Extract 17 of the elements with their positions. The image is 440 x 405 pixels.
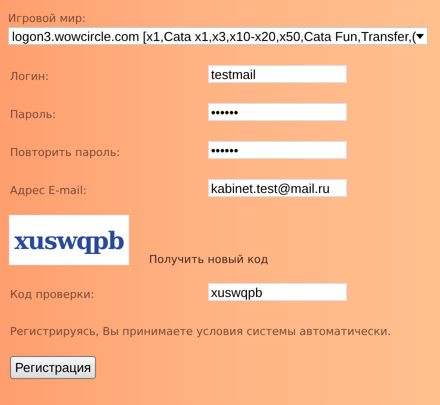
input-field[interactable]: kabinet.test@mail.ru <box>208 179 347 197</box>
input-field[interactable]: xuswqpb <box>208 283 347 301</box>
input-field[interactable]: •••••• <box>208 103 347 121</box>
field-label: Код проверки: <box>10 288 94 300</box>
world-select[interactable]: logon3.wowcircle.com [x1,Cata x1,x3,x10-x20,x50,Cata Fun,Transfer,( <box>8 27 428 45</box>
field-label: Повторить пароль: <box>10 146 120 158</box>
captcha-image: xuswqpb <box>9 215 129 265</box>
field-label: Логин: <box>10 70 49 82</box>
register-button[interactable]: Регистрация <box>10 356 96 379</box>
input-field[interactable]: testmail <box>208 65 347 83</box>
input-field[interactable]: •••••• <box>208 141 347 159</box>
field-label: Адрес E-mail: <box>10 184 87 196</box>
field-label: Пароль: <box>10 108 56 120</box>
field-label: Игровой мир: <box>8 12 87 25</box>
terms-notice: Регистрируясь, Вы принимаете условия системы автоматически. <box>9 325 392 338</box>
dropdown-arrow-icon <box>416 34 424 38</box>
new-code-link[interactable]: Получить новый код <box>149 253 268 266</box>
